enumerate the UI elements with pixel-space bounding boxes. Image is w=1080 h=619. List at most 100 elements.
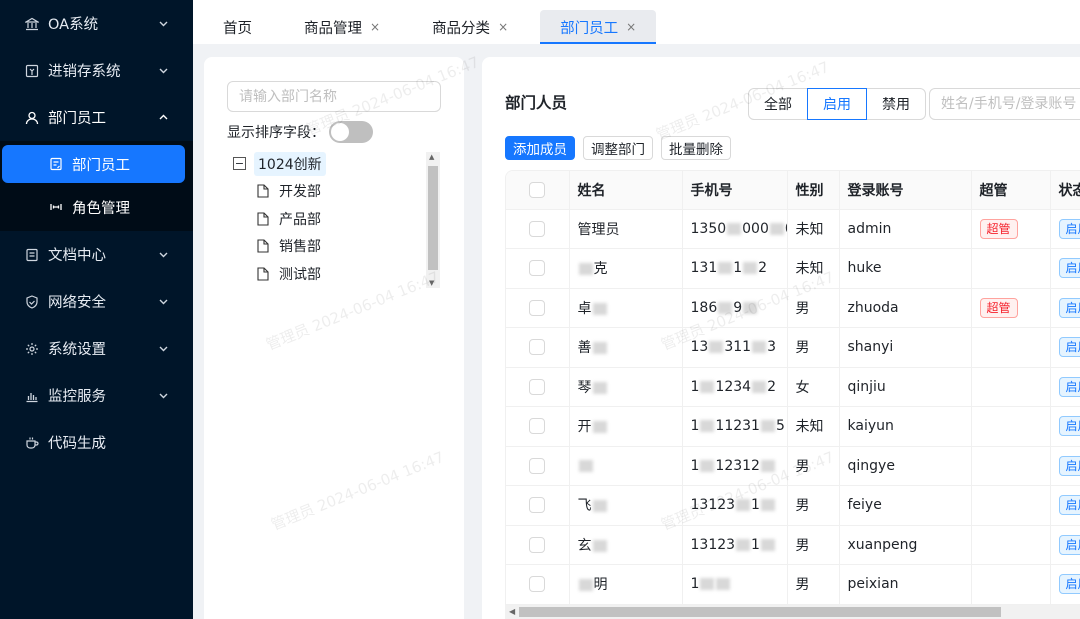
tab-0[interactable]: 首页 xyxy=(203,10,272,44)
status-badge: 启用 xyxy=(1058,574,1080,595)
tab-3[interactable]: 部门员工 × xyxy=(540,10,657,44)
name-tail-text: 明 xyxy=(593,577,608,594)
table-row[interactable]: 玄 13123 1 男 xuanpeng 启用 xyxy=(506,525,1080,565)
row-checkbox[interactable] xyxy=(529,299,546,316)
sort-field-switch[interactable] xyxy=(329,121,373,143)
table-row[interactable]: 1 12312 男 qingye 启用 xyxy=(506,446,1080,486)
scroll-down-icon[interactable]: ▼ xyxy=(429,279,434,287)
close-icon[interactable]: × xyxy=(498,20,508,34)
filter-button-0[interactable]: 全部 xyxy=(748,88,808,120)
phone-cell: 13123 1 xyxy=(682,485,788,526)
tree-node-root[interactable]: − 1024创新 xyxy=(227,150,441,178)
chevron-down-icon xyxy=(157,249,169,261)
bar-chart-icon xyxy=(24,388,40,404)
row-checkbox[interactable] xyxy=(529,418,546,435)
table-row[interactable]: 管理员 13500000 未知 admin 超管 启用 xyxy=(506,209,1080,249)
table-scroll-thumb[interactable] xyxy=(519,607,1001,617)
close-icon[interactable]: × xyxy=(626,20,636,34)
tree-scroll-thumb[interactable] xyxy=(428,166,438,270)
phone-end: 2 xyxy=(758,260,768,277)
row-select-cell xyxy=(506,209,570,249)
tree-node-child[interactable]: 销售部 xyxy=(227,233,441,261)
adjust-department-button[interactable]: 调整部门 xyxy=(583,136,653,160)
table-row[interactable]: 开 1 11231 5 未知 kaiyun 启用 xyxy=(506,406,1080,447)
row-checkbox[interactable] xyxy=(529,457,546,474)
switch-knob xyxy=(331,123,349,141)
sidebar-item-0[interactable]: OA系统 xyxy=(0,0,193,47)
super-admin-cell xyxy=(971,406,1051,447)
tree-scrollbar[interactable]: ▲ ▼ xyxy=(426,152,440,288)
table-row[interactable]: 琴 1 1234 2 女 qinjiu 启用 xyxy=(506,367,1080,407)
sidebar-item-2[interactable]: 部门员工 xyxy=(0,94,193,141)
batch-delete-button[interactable]: 批量删除 xyxy=(661,136,731,160)
status-badge: 启用 xyxy=(1058,455,1080,476)
table-row[interactable]: 克 131 12 未知 huke 启用 xyxy=(506,248,1080,289)
add-member-button[interactable]: 添加成员 xyxy=(505,136,575,160)
tree-node-child[interactable]: 测试部 xyxy=(227,260,441,288)
phone-prefix: 1 xyxy=(690,418,700,435)
row-checkbox[interactable] xyxy=(529,378,546,395)
department-members-panel: 部门人员 全部启用禁用 添加成员调整部门批量删除 姓名手机号性别登录账号超管状态… xyxy=(482,57,1080,619)
close-icon[interactable]: × xyxy=(370,20,380,34)
sidebar-item-label: 文档中心 xyxy=(48,248,106,264)
table-row[interactable]: 卓 1869 男 zhuoda 超管 启用 xyxy=(506,288,1080,328)
row-checkbox[interactable] xyxy=(529,339,546,356)
tab-2[interactable]: 商品分类 × xyxy=(412,10,528,44)
chevron-down-icon xyxy=(157,343,169,355)
submenu-item-1[interactable]: 角色管理 xyxy=(0,187,185,227)
submenu-item-0[interactable]: 部门员工 xyxy=(2,145,185,183)
phone-cell: 131 1 2 xyxy=(682,248,788,289)
sidebar-item-5[interactable]: 系统设置 xyxy=(0,325,193,372)
bank-icon xyxy=(24,16,40,32)
members-table: 姓名手机号性别登录账号超管状态 管理员 13500000 未知 admin 超管… xyxy=(505,170,1080,619)
super-admin-cell xyxy=(971,485,1051,526)
row-checkbox[interactable] xyxy=(529,220,546,237)
tree-node-child[interactable]: 产品部 xyxy=(227,205,441,233)
sidebar-item-4[interactable]: 网络安全 xyxy=(0,278,193,325)
submenu-item-label: 部门员工 xyxy=(72,157,130,174)
name-cell: 管理员 xyxy=(569,209,683,249)
sidebar-item-6[interactable]: 监控服务 xyxy=(0,372,193,419)
redacted-block xyxy=(752,341,767,354)
status-cell: 启用 xyxy=(1050,525,1080,565)
gender-cell: 女 xyxy=(787,367,840,407)
table-row[interactable]: 善 13 311 3 男 shanyi 启用 xyxy=(506,327,1080,368)
row-checkbox[interactable] xyxy=(529,497,546,514)
sidebar-item-1[interactable]: 进销存系统 xyxy=(0,47,193,94)
account-cell: feiye xyxy=(839,485,972,526)
tree-node-label: 1024创新 xyxy=(254,151,326,176)
table-row[interactable]: 飞 13123 1 男 feiye 启用 xyxy=(506,485,1080,526)
row-checkbox[interactable] xyxy=(529,576,546,593)
status-badge: 启用 xyxy=(1058,376,1080,397)
phone-middle: 1234 xyxy=(715,378,752,395)
status-cell: 启用 xyxy=(1050,367,1080,407)
scroll-up-icon[interactable]: ▲ xyxy=(429,153,434,161)
super-admin-cell xyxy=(971,327,1051,368)
sort-field-row: 显示排序字段： xyxy=(227,121,373,143)
table-row[interactable]: 明 1 男 peixian 启用 xyxy=(506,564,1080,605)
collapse-icon[interactable]: − xyxy=(233,157,246,171)
chevron-down-icon xyxy=(157,390,169,402)
filter-button-1[interactable]: 启用 xyxy=(807,88,867,120)
department-tree-panel: 显示排序字段： − 1024创新 开发部 产品部 销售部 测试部 ▲ ▼ xyxy=(204,57,464,619)
table-horizontal-scrollbar[interactable]: ◀ xyxy=(505,605,1080,619)
name-tail-text: 克 xyxy=(593,261,608,278)
member-search-input[interactable] xyxy=(929,88,1080,120)
file-icon xyxy=(257,239,269,253)
sidebar-item-3[interactable]: 文档中心 xyxy=(0,231,193,278)
name-cell: 飞 xyxy=(569,485,683,526)
row-select-cell xyxy=(506,248,570,289)
select-all-checkbox[interactable] xyxy=(529,181,546,198)
row-checkbox[interactable] xyxy=(529,260,546,277)
sidebar-item-7[interactable]: 代码生成 xyxy=(0,419,193,466)
redacted-block xyxy=(700,420,715,433)
filter-button-2[interactable]: 禁用 xyxy=(866,88,926,120)
account-cell: peixian xyxy=(839,564,972,605)
tab-1[interactable]: 商品管理 × xyxy=(284,10,400,44)
row-checkbox[interactable] xyxy=(529,536,546,553)
tree-node-child[interactable]: 开发部 xyxy=(227,178,441,206)
scroll-left-icon[interactable]: ◀ xyxy=(509,607,515,616)
department-search-input[interactable] xyxy=(227,81,441,112)
status-cell: 启用 xyxy=(1050,564,1080,605)
role-icon xyxy=(48,199,64,215)
